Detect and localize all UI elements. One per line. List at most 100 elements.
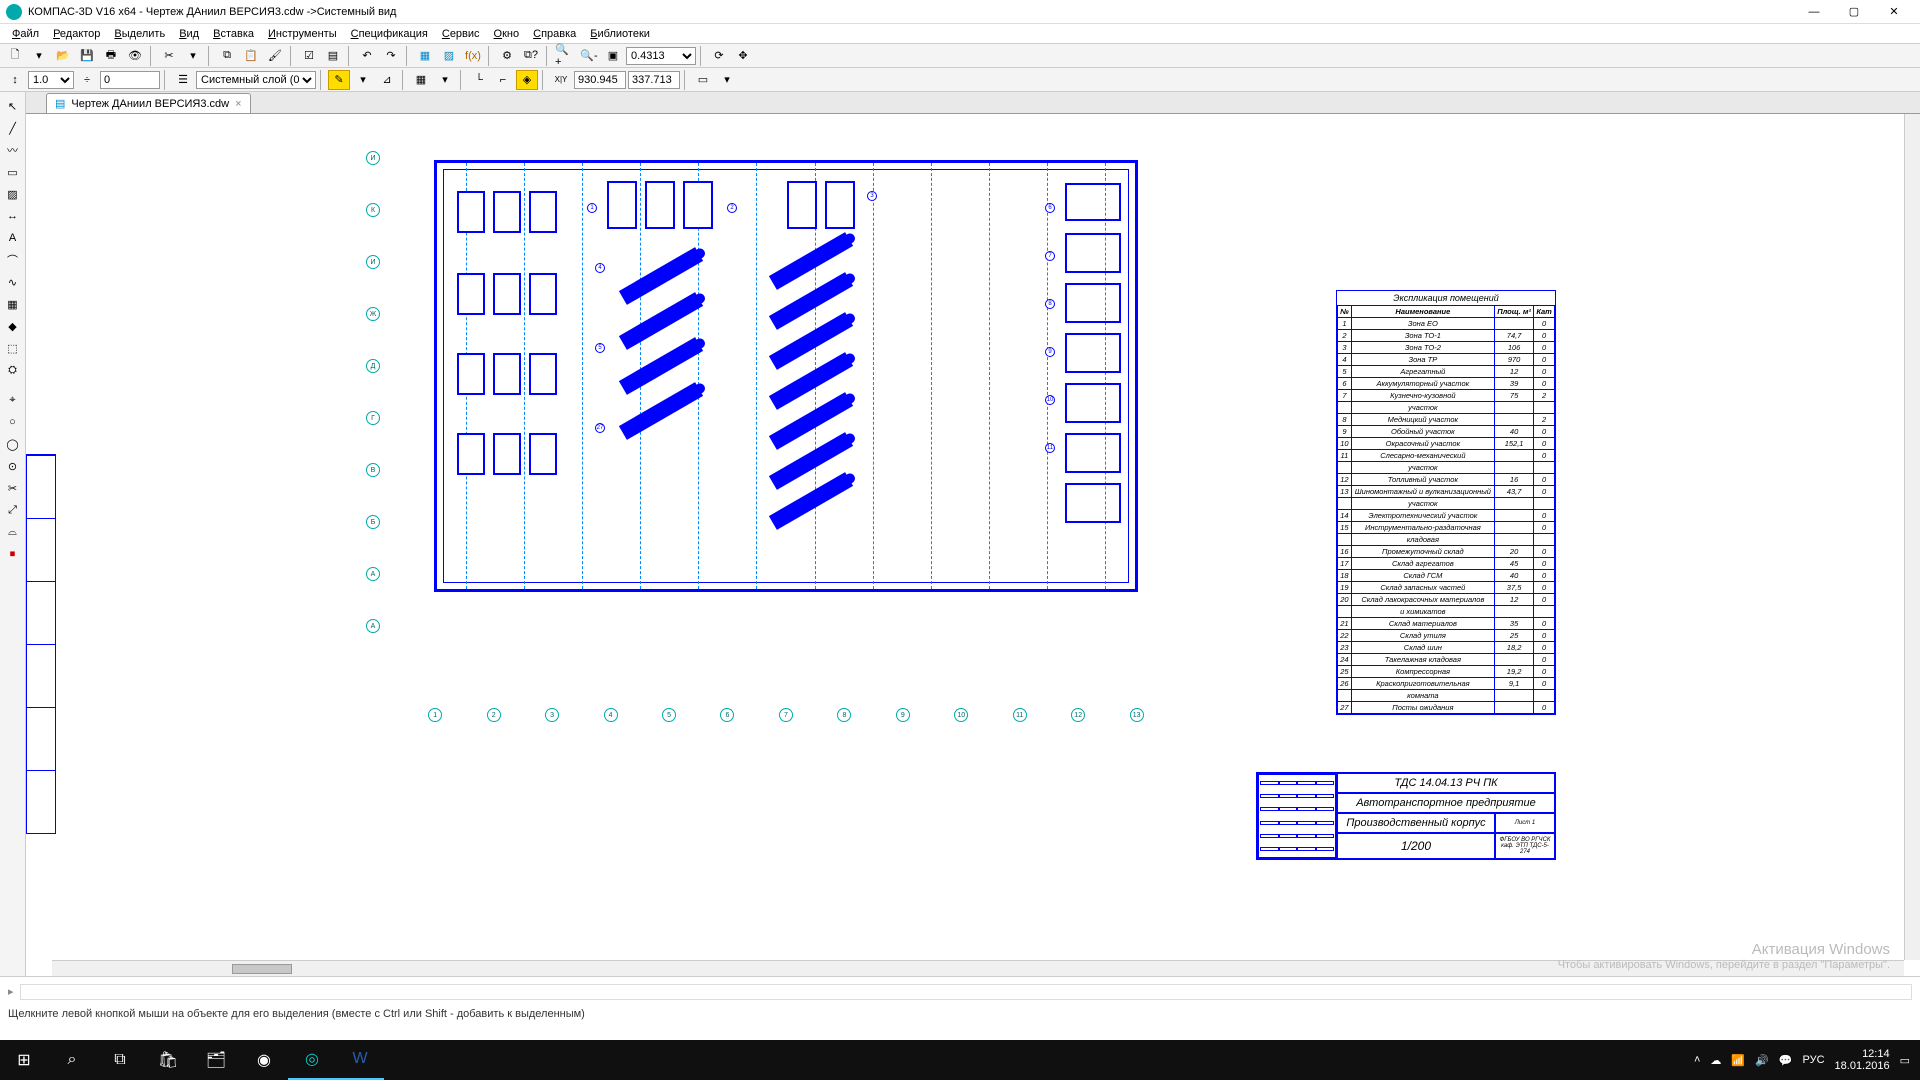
zoom-in-button[interactable]: 🔍+ [554,46,576,66]
tray-lang[interactable]: РУС [1803,1054,1825,1066]
properties-button[interactable]: ☑ [298,46,320,66]
tray-network-icon[interactable]: 📶 [1731,1054,1745,1067]
arc-tool[interactable]: ⌒ [3,250,23,270]
misc-button[interactable]: ▭ [692,70,714,90]
zoom-select[interactable]: 0.4313 [626,47,696,65]
line-weight-select[interactable]: 1.0 [28,71,74,89]
grid-button[interactable]: ▦ [410,70,432,90]
menu-Вставка[interactable]: Вставка [207,26,260,42]
sheet-button[interactable]: ▤ [322,46,344,66]
hatch-tool[interactable]: ▨ [3,184,23,204]
tray-notify-icon[interactable]: 💬 [1779,1054,1793,1067]
tray-volume-icon[interactable]: 🔊 [1755,1054,1769,1067]
ortho-button[interactable]: └ [468,70,490,90]
print-button[interactable]: 🖶 [100,46,122,66]
paste-button[interactable]: 📋 [240,46,262,66]
dim-tool[interactable]: ↔ [3,206,23,226]
view-1[interactable]: ▦ [414,46,436,66]
kompas-icon[interactable]: ◎ [288,1040,336,1080]
fx-button[interactable]: f(x) [462,46,484,66]
circle-tool[interactable]: ○ [3,412,23,432]
macro-tool[interactable]: ⬚ [3,338,23,358]
chrome-icon[interactable]: ◉ [240,1040,288,1080]
gear-button[interactable]: ⚙ [496,46,518,66]
dropdown-marker[interactable]: ▾ [352,70,374,90]
layer-select[interactable]: Системный слой (0) [196,71,316,89]
dropdown-new-icon[interactable]: ▾ [28,46,50,66]
canvas[interactable]: И К И Ж Д Г В Б А А 1 2 [26,114,1920,976]
rect-tool[interactable]: ▭ [3,162,23,182]
menu-Выделить[interactable]: Выделить [108,26,171,42]
dropdown-1[interactable]: ▾ [182,46,204,66]
new-doc-button[interactable]: 🗋 [4,46,26,66]
doc-tab-close[interactable]: × [235,98,241,110]
coord-x-input[interactable] [574,71,626,89]
save-button[interactable]: 💾 [76,46,98,66]
menu-Редактор[interactable]: Редактор [47,26,106,42]
stop-tool[interactable]: ⏹ [3,544,23,564]
marker-button[interactable]: ✎ [328,70,350,90]
text-tool[interactable]: A [3,228,23,248]
undo-button[interactable]: ↶ [356,46,378,66]
coord-y-input[interactable] [628,71,680,89]
layer-icon[interactable]: ☰ [172,70,194,90]
axis-tool[interactable]: ⌖ [3,390,23,410]
menu-Инструменты[interactable]: Инструменты [262,26,343,42]
tray-onedrive-icon[interactable]: ☁ [1710,1054,1721,1067]
anchor-icon[interactable]: ↕ [4,70,26,90]
tray-clock[interactable]: 12:14 18.01.2016 [1835,1048,1890,1072]
offset-input[interactable] [100,71,160,89]
select-tool[interactable]: ↖ [3,96,23,116]
view-2[interactable]: ▨ [438,46,460,66]
snap2-button[interactable]: ◈ [516,70,538,90]
menu-Библиотеки[interactable]: Библиотеки [584,26,656,42]
extend-tool[interactable]: ⤢ [3,500,23,520]
line-tool[interactable]: ╱ [3,118,23,138]
zoom-out-button[interactable]: 🔍- [578,46,600,66]
edit-tool[interactable]: ⛭ [3,360,23,380]
preview-button[interactable]: 👁 [124,46,146,66]
menu-Спецификация[interactable]: Спецификация [345,26,434,42]
cut-button[interactable]: ✂ [158,46,180,66]
snap-button[interactable]: ⌐ [492,70,514,90]
maximize-button[interactable]: ▢ [1834,1,1874,23]
ellipse-tool[interactable]: ◯ [3,434,23,454]
redo-button[interactable]: ↷ [380,46,402,66]
copy-button[interactable]: ⧉ [216,46,238,66]
menu-Сервис[interactable]: Сервис [436,26,486,42]
format-button[interactable]: 🖌 [264,46,286,66]
perp-icon[interactable]: ⊿ [376,70,398,90]
scrollbar-vertical[interactable] [1904,114,1920,960]
system-tray[interactable]: ˄ ☁ 📶 🔊 💬 РУС 12:14 18.01.2016 ▭ [1684,1048,1920,1072]
store-icon[interactable]: 🛍 [144,1040,192,1080]
table-tool[interactable]: ▦ [3,294,23,314]
doc-tab[interactable]: ▤ Чертеж ДАниил ВЕРСИЯ3.cdw × [46,93,251,113]
symbol-tool[interactable]: ◆ [3,316,23,336]
move-button[interactable]: ✥ [732,46,754,66]
menu-Файл[interactable]: Файл [6,26,45,42]
grid-dd[interactable]: ▾ [434,70,456,90]
tangent-tool[interactable]: ⊙ [3,456,23,476]
tray-chevron-icon[interactable]: ˄ [1694,1054,1700,1066]
minimize-button[interactable]: — [1794,1,1834,23]
spline-tool[interactable]: ∿ [3,272,23,292]
close-button[interactable]: ✕ [1874,1,1914,23]
start-button[interactable]: ⊞ [0,1040,48,1080]
refresh-button[interactable]: ⟳ [708,46,730,66]
menu-Окно[interactable]: Окно [488,26,526,42]
zoom-fit-button[interactable]: ▣ [602,46,624,66]
search-button[interactable]: ⌕ [48,1040,96,1080]
word-icon[interactable]: W [336,1040,384,1080]
trim-tool[interactable]: ✂ [3,478,23,498]
open-button[interactable]: 📂 [52,46,74,66]
menu-Вид[interactable]: Вид [173,26,205,42]
fillet-tool[interactable]: ⌓ [3,522,23,542]
tray-action-center-icon[interactable]: ▭ [1900,1054,1910,1067]
misc-dd[interactable]: ▾ [716,70,738,90]
help-button[interactable]: ⧉? [520,46,542,66]
taskview-button[interactable]: ⧉ [96,1040,144,1080]
step-icon[interactable]: ÷ [76,70,98,90]
poly-tool[interactable]: 〰 [3,140,23,160]
explorer-icon[interactable]: 🗂 [192,1040,240,1080]
command-input[interactable] [20,984,1912,1000]
